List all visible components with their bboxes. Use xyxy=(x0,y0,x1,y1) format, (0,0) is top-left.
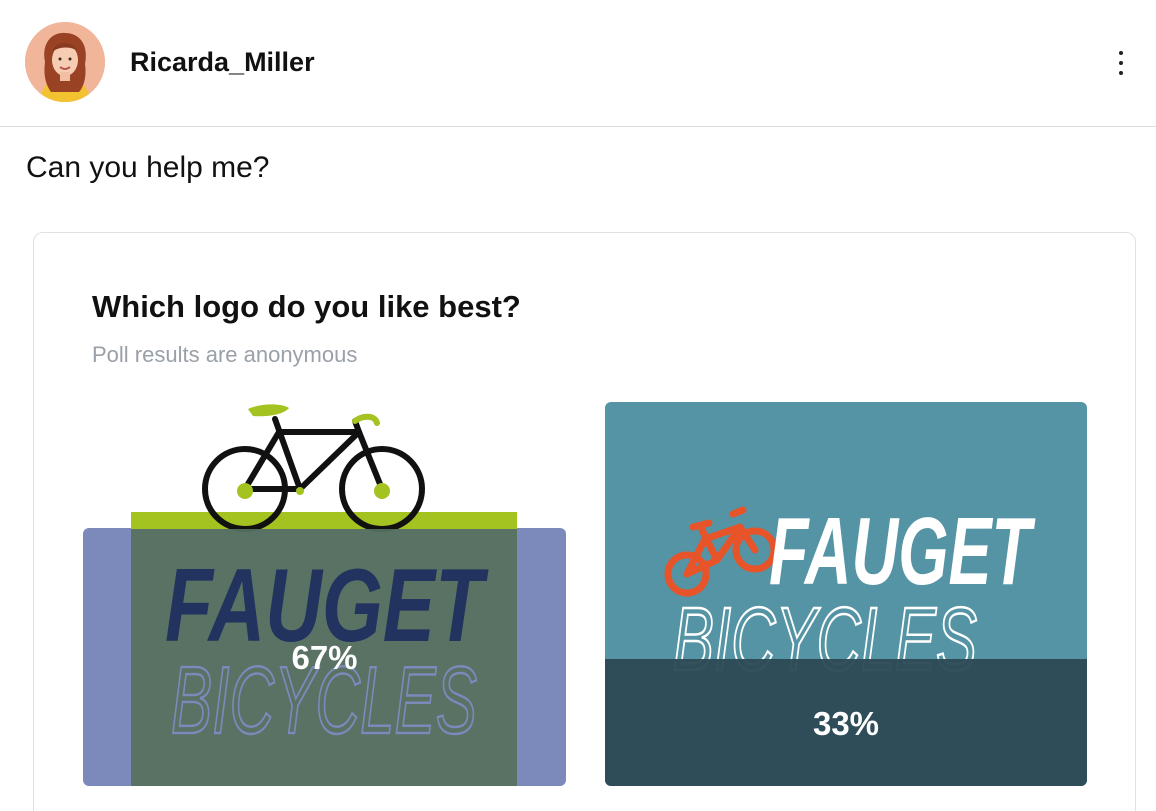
poll-card: Which logo do you like best? Poll result… xyxy=(33,232,1136,811)
poll-result-2: 33% xyxy=(812,705,880,742)
author-name[interactable]: Ricarda_Miller xyxy=(130,47,315,78)
poll-option-1[interactable]: FAUGET BICYCLES FAUGET BICYCLES 67% xyxy=(83,401,566,786)
more-options-button[interactable] xyxy=(1104,44,1138,82)
poll-question: Which logo do you like best? xyxy=(92,289,521,324)
more-vertical-icon xyxy=(1119,51,1123,55)
avatar-image xyxy=(25,22,105,102)
poll-option-2[interactable]: FAUGET BICYCLES 33% xyxy=(605,402,1087,786)
poll-note: Poll results are anonymous xyxy=(92,342,358,367)
more-vertical-icon-dot xyxy=(1119,71,1123,75)
avatar[interactable] xyxy=(25,22,105,102)
poll-result-1: 67% xyxy=(291,639,358,676)
post-header: Ricarda_Miller xyxy=(0,0,1156,127)
logo-image-1: FAUGET BICYCLES FAUGET BICYCLES xyxy=(83,404,566,786)
logo-wordmark-2a: FAUGET xyxy=(769,498,1036,605)
post-text: Can you help me? xyxy=(26,151,270,184)
more-vertical-icon-dot xyxy=(1119,61,1123,65)
